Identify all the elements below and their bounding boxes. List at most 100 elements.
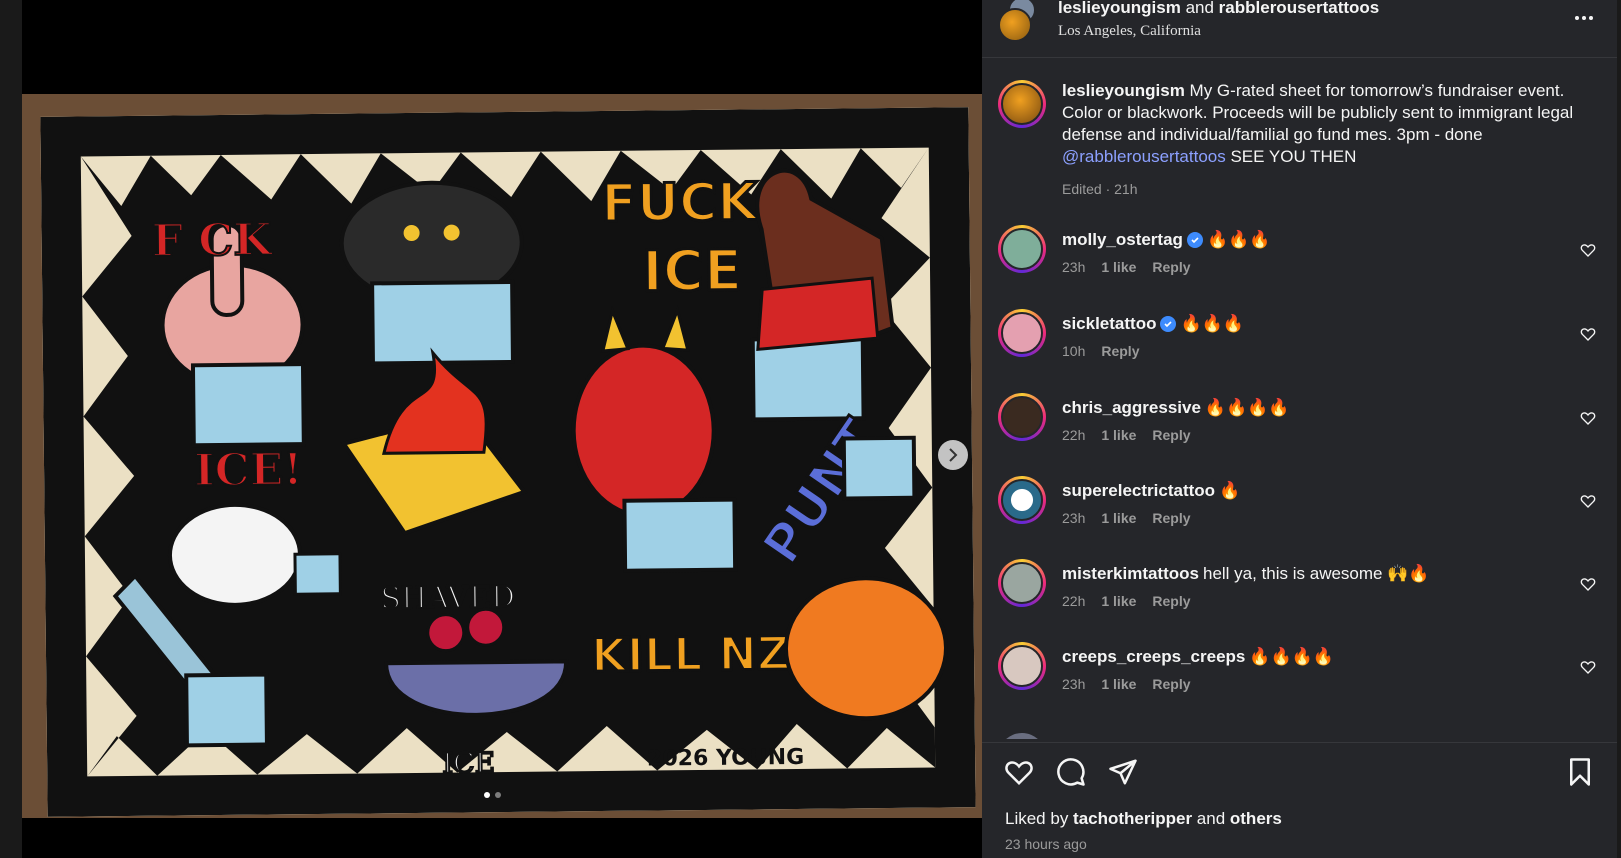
comment-body: superelectrictattoo 🔥 23h 1 like Reply	[1062, 476, 1598, 546]
comment-username[interactable]: chris_aggressive	[1062, 397, 1201, 419]
comment-like-heart-icon[interactable]	[1580, 493, 1596, 509]
comment-body: chris_aggressive 🔥🔥🔥🔥 22h 1 like Reply	[1062, 393, 1598, 463]
bookmark-icon[interactable]	[1565, 757, 1595, 787]
comment-avatar-ring[interactable]	[998, 559, 1046, 607]
comment-text: 🔥🔥🔥🔥	[1204, 398, 1290, 417]
liked-by-user[interactable]: tachotheripper	[1073, 809, 1192, 828]
comment-username[interactable]: superelectrictattoo	[1062, 480, 1215, 502]
comment-body: misterkimtattoos hell ya, this is awesome…	[1062, 559, 1598, 629]
comment-time: 23h	[1062, 676, 1086, 692]
comment-username[interactable]: creeps_creeps_creeps	[1062, 646, 1245, 668]
flash-text-ice: ICE	[642, 239, 743, 305]
caption-mention[interactable]: @rabblerousertattoos	[1062, 147, 1226, 166]
comment-like-heart-icon[interactable]	[1580, 576, 1596, 592]
more-horizontal-icon	[1575, 16, 1593, 20]
comment-row: misterkimtattoos hell ya, this is awesome…	[998, 559, 1598, 629]
comment-avatar-ring[interactable]	[998, 642, 1046, 690]
comment-avatar-ring[interactable]	[998, 476, 1046, 524]
comment-username[interactable]: molly_ostertag	[1062, 229, 1183, 251]
action-bar	[1004, 757, 1138, 787]
comment-time: 23h	[1062, 510, 1086, 526]
comment-time: 23h	[1062, 259, 1086, 275]
post-panel: leslieyoungism and rabblerousertattoos L…	[982, 0, 1617, 858]
carousel-dot	[495, 792, 501, 798]
comment-like-heart-icon[interactable]	[1580, 410, 1596, 426]
post-media[interactable]: F CK ICE! FUCK ICE SHAVED ICE KILL NZS P…	[22, 0, 982, 858]
caption-username[interactable]: leslieyoungism	[1062, 81, 1185, 100]
avatar	[998, 8, 1032, 42]
comment-meta: 10h Reply	[1062, 343, 1598, 359]
comment-line: molly_ostertag 🔥🔥🔥	[1062, 229, 1598, 251]
comment-reply-button[interactable]: Reply	[1152, 427, 1190, 443]
comment-meta: 23h 1 like Reply	[1062, 259, 1598, 275]
avatar	[1001, 562, 1043, 604]
comment-time: 10h	[1062, 343, 1086, 359]
comment-line: superelectrictattoo 🔥	[1062, 480, 1598, 502]
comment-line: sickletattoo 🔥🔥🔥	[1062, 313, 1598, 335]
more-options-button[interactable]	[1569, 3, 1599, 33]
comment-meta: 22h 1 like Reply	[1062, 427, 1598, 443]
comment-text: 🔥🔥🔥	[1180, 314, 1244, 333]
comment-time: 22h	[1062, 593, 1086, 609]
comments-scroll-area[interactable]: leslieyoungism My G-rated sheet for tomo…	[982, 59, 1617, 739]
comment-line: chris_aggressive 🔥🔥🔥🔥	[1062, 397, 1598, 419]
comment-likes[interactable]: 1 like	[1101, 510, 1136, 526]
post-caption: leslieyoungism My G-rated sheet for tomo…	[998, 80, 1598, 200]
post-location[interactable]: Los Angeles, California	[1058, 23, 1569, 40]
liked-by-prefix: Liked by	[1005, 809, 1074, 828]
flash-text-fck: F CK	[151, 214, 273, 266]
comment-reply-button[interactable]: Reply	[1152, 593, 1190, 609]
caption-content-end: SEE YOU THEN	[1225, 147, 1357, 166]
liked-by-others[interactable]: others	[1230, 809, 1282, 828]
author-username[interactable]: leslieyoungism	[1058, 0, 1181, 17]
comment-text: hell ya, this is awesome 🙌🔥	[1202, 564, 1430, 583]
caption-meta: Edited · 21h	[1062, 181, 1138, 197]
comment-avatar-ring[interactable]	[998, 393, 1046, 441]
heart-icon[interactable]	[1004, 757, 1034, 787]
comment-like-heart-icon[interactable]	[1580, 242, 1596, 258]
comment-bubble-icon[interactable]	[1056, 757, 1086, 787]
post-timestamp[interactable]: 23 hours ago	[1005, 836, 1087, 852]
comment-avatar-ring[interactable]	[998, 309, 1046, 357]
liked-by-and: and	[1192, 809, 1230, 828]
comment-likes[interactable]: 1 like	[1101, 259, 1136, 275]
comment-likes[interactable]: 1 like	[1101, 676, 1136, 692]
comment-line: creeps_creeps_creeps 🔥🔥🔥🔥	[1062, 646, 1598, 668]
paper-plane-icon[interactable]	[1108, 757, 1138, 787]
chevron-right-icon	[949, 448, 958, 462]
post-header: leslieyoungism and rabblerousertattoos L…	[982, 0, 1617, 58]
comment-reply-button[interactable]: Reply	[1152, 676, 1190, 692]
carousel-next-button[interactable]	[938, 440, 968, 470]
caption-avatar-ring[interactable]	[998, 80, 1046, 128]
post-photo: F CK ICE! FUCK ICE SHAVED ICE KILL NZS P…	[22, 94, 982, 818]
comment-avatar-ring[interactable]	[998, 225, 1046, 273]
comment-meta: 23h 1 like Reply	[1062, 510, 1598, 526]
comment-username[interactable]: sickletattoo	[1062, 313, 1156, 335]
comment-likes[interactable]: 1 like	[1101, 427, 1136, 443]
comment-row: molly_ostertag 🔥🔥🔥 23h 1 like Reply	[998, 225, 1598, 295]
verified-badge-icon	[1160, 316, 1177, 332]
carousel-indicator	[484, 792, 501, 798]
liked-by: Liked by tachotheripper and others	[1005, 809, 1282, 829]
comment-row: superelectrictattoo 🔥 23h 1 like Reply	[998, 476, 1598, 546]
comment-body: molly_ostertag 🔥🔥🔥 23h 1 like Reply	[1062, 225, 1598, 295]
comment-like-heart-icon[interactable]	[1580, 659, 1596, 675]
flash-artwork: F CK ICE! FUCK ICE SHAVED ICE KILL NZS P…	[40, 107, 976, 817]
comment-reply-button[interactable]: Reply	[1152, 510, 1190, 526]
comment-likes[interactable]: 1 like	[1101, 593, 1136, 609]
collab-avatars[interactable]	[998, 0, 1042, 42]
left-gutter	[0, 0, 22, 858]
comment-username[interactable]: misterkimtattoos	[1062, 563, 1199, 585]
comment-like-heart-icon[interactable]	[1580, 326, 1596, 342]
comment-line: misterkimtattoos hell ya, this is awesome…	[1062, 563, 1598, 585]
comment-reply-button[interactable]: Reply	[1152, 259, 1190, 275]
flash-text-ice-bang: ICE!	[194, 444, 303, 496]
avatar	[1001, 228, 1043, 270]
collaborator-username[interactable]: rabblerousertattoos	[1219, 0, 1380, 17]
comment-body: sickletattoo 🔥🔥🔥 10h Reply	[1062, 309, 1598, 379]
right-gutter	[1617, 0, 1621, 858]
comment-meta: 23h 1 like Reply	[1062, 676, 1598, 692]
avatar	[1001, 645, 1043, 687]
comment-reply-button[interactable]: Reply	[1101, 343, 1139, 359]
conjunction: and	[1185, 0, 1214, 17]
